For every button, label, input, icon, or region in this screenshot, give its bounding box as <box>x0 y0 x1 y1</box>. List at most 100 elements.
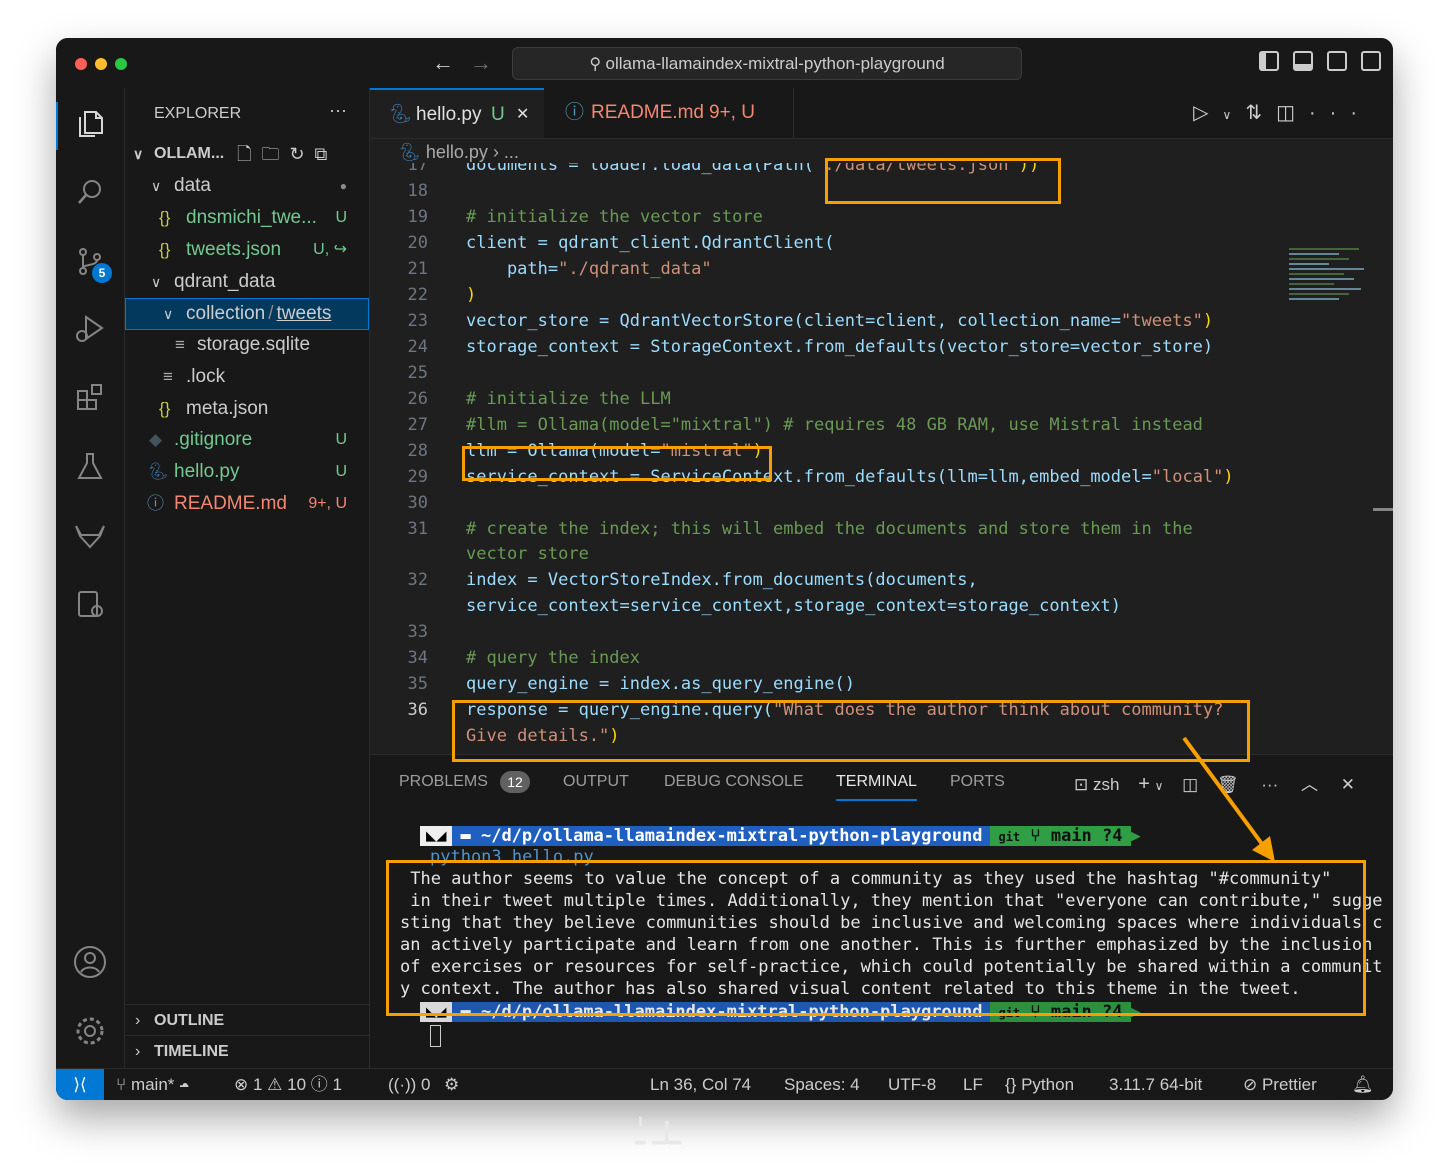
file-gitignore[interactable]: ◆ .gitignore U <box>125 424 369 456</box>
code-line-21: path="./qdrant_data" <box>466 259 712 279</box>
code-line-19: # initialize the vector store <box>466 207 763 227</box>
minimize-window-button[interactable] <box>95 58 107 70</box>
toggle-panel-icon[interactable] <box>1293 51 1313 71</box>
line-number: 27 <box>407 415 428 435</box>
maximize-window-button[interactable] <box>115 58 127 70</box>
end-of-line[interactable]: LF <box>963 1069 983 1100</box>
close-window-button[interactable] <box>75 58 87 70</box>
remote-indicator-icon[interactable]: ⟩⟨ <box>56 1069 104 1100</box>
notifications-bell-icon[interactable]: 🔔︎ <box>1352 1069 1374 1100</box>
braces-icon: {} <box>1005 1075 1022 1094</box>
chevron-right-icon: › <box>135 1043 141 1060</box>
git-branch-status[interactable]: ⑂ main* ☁ <box>116 1069 189 1100</box>
terminal-shell-name[interactable]: zsh <box>1093 775 1119 794</box>
file-hello-py[interactable]: 🐍︎ hello.py U <box>125 456 369 488</box>
folder-data[interactable]: ∨ data ● <box>125 170 369 202</box>
explorer-sidebar: EXPLORER ··· ∨ OLLAM... 🗋🗀↻⧉ ∨ data ● {}… <box>125 88 370 1068</box>
line-number: 30 <box>407 493 428 513</box>
new-terminal-icon[interactable]: + <box>1138 773 1150 795</box>
breadcrumb: 🐍︎ hello.py › ... <box>398 142 519 163</box>
maximize-panel-icon[interactable]: ︿ <box>1301 775 1318 794</box>
indentation[interactable]: Spaces: 4 <box>784 1069 860 1100</box>
line-number: 22 <box>407 285 428 305</box>
info-icon: ⓘ <box>147 494 164 513</box>
encoding[interactable]: UTF-8 <box>888 1069 936 1100</box>
sync-cloud-icon: ☁ <box>179 1075 190 1094</box>
more-actions-icon[interactable]: ··· <box>329 100 347 121</box>
outline-section[interactable]: › OUTLINE <box>125 1004 369 1037</box>
file-storage-sqlite[interactable]: ≡ storage.sqlite <box>125 329 369 361</box>
python-file-icon: 🐍︎ <box>388 104 413 125</box>
line-number: 24 <box>407 337 428 357</box>
folder-qdrant-data[interactable]: ∨ qdrant_data <box>125 266 369 298</box>
run-debug-icon[interactable] <box>72 310 108 346</box>
close-tab-icon[interactable]: ✕ <box>516 90 529 140</box>
chevron-down-icon: ∨ <box>133 146 144 162</box>
tab-debug-console[interactable]: DEBUG CONSOLE <box>664 773 804 791</box>
close-panel-icon[interactable]: ✕ <box>1341 775 1355 794</box>
breadcrumb-rest[interactable]: › ... <box>493 142 519 162</box>
customize-layout-icon[interactable] <box>1361 51 1381 71</box>
more-actions-icon[interactable]: ··· <box>1309 102 1371 124</box>
account-icon[interactable] <box>72 944 108 980</box>
file-tweets-json[interactable]: {} tweets.json U, ↪ <box>125 234 369 266</box>
tab-terminal[interactable]: TERMINAL <box>836 773 917 801</box>
ports-status[interactable]: ((·)) 0 <box>388 1069 431 1100</box>
folder-collection-tweets[interactable]: ∨ collection / tweets <box>125 298 369 330</box>
prettier-status[interactable]: ⊘ Prettier <box>1243 1069 1317 1100</box>
explorer-icon[interactable] <box>72 106 108 142</box>
line-number: 33 <box>407 622 428 642</box>
compare-changes-icon[interactable]: ⇅ <box>1245 102 1276 124</box>
json-file-icon: {} <box>159 240 171 259</box>
workspace-root[interactable]: ∨ OLLAM... 🗋🗀↻⧉ <box>125 138 369 170</box>
minimap[interactable] <box>1289 245 1369 335</box>
terminal-prompt: ◣◢ ▬ ~/d/p/ollama-llamaindex-mixtral-pyth… <box>420 825 1141 847</box>
language-mode[interactable]: {} Python <box>1005 1069 1074 1100</box>
json-file-icon: {} <box>159 208 171 227</box>
terminal-icon: ⊡ <box>1074 775 1089 794</box>
python-interpreter[interactable]: 3.11.7 64-bit <box>1109 1069 1202 1100</box>
tab-ports[interactable]: PORTS <box>950 773 1005 791</box>
toggle-primary-sidebar-icon[interactable] <box>1259 51 1279 71</box>
scrollbar-thumb[interactable] <box>1373 508 1393 511</box>
file-readme[interactable]: ⓘ README.md 9+, U <box>125 488 369 520</box>
split-editor-icon[interactable]: ◫ <box>1276 102 1309 124</box>
prettier-icon: ⊘ <box>1243 1075 1262 1094</box>
forward-arrow-icon[interactable]: → <box>470 50 492 76</box>
line-number: 29 <box>407 467 428 487</box>
tab-hello-py[interactable]: 🐍︎ hello.py U ✕ <box>370 88 544 138</box>
tab-output[interactable]: OUTPUT <box>563 773 629 791</box>
new-file-folder-refresh-collapse-icons[interactable]: 🗋🗀↻⧉ <box>237 138 337 170</box>
toggle-secondary-sidebar-icon[interactable] <box>1327 51 1347 71</box>
python-file-icon: 🐍︎ <box>147 462 169 481</box>
annotation-arrow <box>1182 736 1275 862</box>
breadcrumb-file[interactable]: hello.py <box>426 142 488 162</box>
remote-explorer-icon[interactable] <box>72 586 108 622</box>
run-python-icon[interactable]: ▷ <box>1193 102 1222 124</box>
gitlab-icon[interactable] <box>72 518 108 554</box>
testing-flask-icon[interactable] <box>72 448 108 484</box>
back-arrow-icon[interactable]: ← <box>432 50 454 76</box>
line-number: 31 <box>407 519 428 539</box>
settings-gear-icon[interactable] <box>72 1013 108 1049</box>
activity-bar: 5 <box>56 88 125 1068</box>
file-dnsmichi-tweets[interactable]: {} dnsmichi_twe... U <box>125 202 369 234</box>
command-center-search[interactable]: ⚲ ollama-llamaindex-mixtral-python-playg… <box>512 47 1022 80</box>
search-icon[interactable] <box>72 174 108 210</box>
extensions-icon[interactable] <box>72 379 108 415</box>
timeline-section[interactable]: › TIMELINE <box>125 1035 369 1068</box>
chevron-down-icon: ∨ <box>151 178 162 194</box>
cursor-position[interactable]: Ln 36, Col 74 <box>650 1069 751 1100</box>
debug-status-icon[interactable]: ⚙︎ <box>444 1069 459 1100</box>
problems-status[interactable]: ⊗ 1 ⚠ 10 ⓘ 1 <box>234 1069 342 1100</box>
file-meta-json[interactable]: {} meta.json <box>125 393 369 425</box>
error-icon: ⊗ <box>234 1075 253 1094</box>
highlight-terminal-output <box>386 860 1366 1016</box>
chevron-down-icon[interactable]: ∨ <box>1223 108 1246 122</box>
line-number: 20 <box>407 233 428 253</box>
chevron-down-icon[interactable]: ∨ <box>1155 779 1164 793</box>
tab-readme[interactable]: ⓘ README.md 9+, U <box>545 88 794 138</box>
code-line-24: storage_context = StorageContext.from_de… <box>466 337 1214 357</box>
tab-problems[interactable]: PROBLEMS <box>399 773 488 791</box>
file-lock[interactable]: ≡ .lock <box>125 361 369 393</box>
